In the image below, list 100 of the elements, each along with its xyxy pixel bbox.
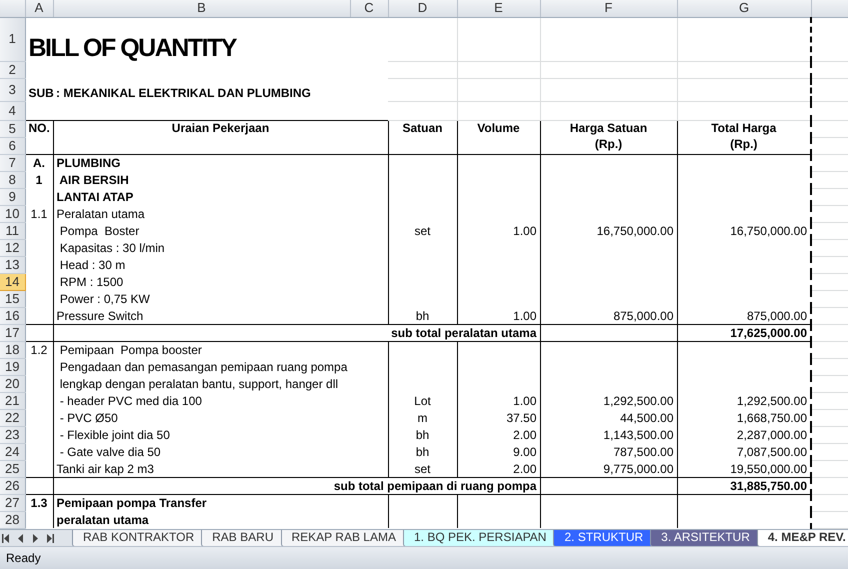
row-header[interactable]: 4 [0, 101, 25, 120]
column-header[interactable]: A [25, 0, 53, 17]
table-cell: 1,668,750.00 [677, 409, 811, 426]
table-cell: Head : 30 m [53, 256, 388, 273]
table-cell: Pemipaan Pompa booster [53, 341, 388, 358]
column-heading: Volume [457, 120, 540, 137]
column-heading: Total Harga [677, 120, 811, 137]
table-cell: 1.00 [457, 392, 540, 409]
table-cell: LANTAI ATAP [53, 188, 388, 205]
row-header[interactable]: 3 [0, 78, 25, 101]
table-cell: 16,750,000.00 [540, 222, 677, 239]
table-cell: bh [388, 443, 457, 460]
subtotal-label: sub total pemipaan di ruang pompa [53, 477, 540, 494]
row-header[interactable]: 14 [0, 273, 25, 290]
column-header[interactable]: F [540, 0, 677, 17]
table-cell: Power : 0,75 KW [53, 290, 388, 307]
table-cell: 875,000.00 [540, 307, 677, 324]
column-header[interactable]: D [388, 0, 457, 17]
row-header[interactable]: 11 [0, 222, 25, 239]
sheet-tab[interactable]: 4. ME&P REV. [756, 530, 848, 546]
column-heading: (Rp.) [540, 137, 677, 154]
row-header[interactable]: 8 [0, 171, 25, 188]
row-header[interactable]: 15 [0, 290, 25, 307]
row-header[interactable]: 13 [0, 256, 25, 273]
table-cell: Kapasitas : 30 l/min [53, 239, 388, 256]
table-cell: 44,500.00 [540, 409, 677, 426]
table-cell: Pemipaan pompa Transfer [53, 494, 388, 511]
row-header[interactable]: 10 [0, 205, 25, 222]
table-cell: AIR BERSIH [53, 171, 388, 188]
column-header[interactable]: C [350, 0, 388, 17]
table-cell: - Gate valve dia 50 [53, 443, 388, 460]
table-cell: 1.00 [457, 307, 540, 324]
table-cell: 1,143,500.00 [540, 426, 677, 443]
row-header[interactable]: 19 [0, 358, 25, 375]
row-header[interactable]: 27 [0, 494, 25, 511]
table-cell: 16,750,000.00 [677, 222, 811, 239]
column-header[interactable]: B [53, 0, 350, 17]
table-cell: 787,500.00 [540, 443, 677, 460]
row-header[interactable]: 1 [0, 17, 25, 61]
table-cell: 1,292,500.00 [540, 392, 677, 409]
table-cell: 19,550,000.00 [677, 460, 811, 477]
column-header[interactable]: G [677, 0, 811, 17]
table-cell: Pengadaan dan pemasangan pemipaan ruang pompa [53, 358, 388, 375]
table-cell: - PVC Ø50 [53, 409, 388, 426]
table-cell: Pressure Switch [53, 307, 388, 324]
row-header[interactable]: 24 [0, 443, 25, 460]
row-header[interactable]: 20 [0, 375, 25, 392]
table-cell: m [388, 409, 457, 426]
row-header[interactable]: 5 [0, 120, 25, 137]
table-cell: 2.00 [457, 426, 540, 443]
row-header[interactable]: 21 [0, 392, 25, 409]
table-cell: RPM : 1500 [53, 273, 388, 290]
row-header[interactable]: 12 [0, 239, 25, 256]
table-cell: 1.1 [25, 205, 53, 222]
table-cell: peralatan utama [53, 511, 388, 528]
table-cell: lengkap dengan peralatan bantu, support, hanger dll [53, 375, 388, 392]
subtotal-value: 31,885,750.00 [677, 477, 811, 494]
sheet-tab[interactable]: RAB BARU [201, 530, 284, 546]
table-cell: 9,775,000.00 [540, 460, 677, 477]
row-header[interactable]: 28 [0, 511, 25, 528]
row-header[interactable]: 7 [0, 154, 25, 171]
table-cell: 875,000.00 [677, 307, 811, 324]
row-header[interactable]: 16 [0, 307, 25, 324]
row-header[interactable]: 17 [0, 324, 25, 341]
row-header[interactable]: 2 [0, 61, 25, 78]
row-header[interactable]: 25 [0, 460, 25, 477]
row-header[interactable]: 18 [0, 341, 25, 358]
row-header[interactable]: 9 [0, 188, 25, 205]
table-cell: Peralatan utama [53, 205, 388, 222]
row-header[interactable]: 6 [0, 137, 25, 154]
row-header[interactable]: 26 [0, 477, 25, 494]
table-cell: - Flexible joint dia 50 [53, 426, 388, 443]
table-cell: 9.00 [457, 443, 540, 460]
table-cell: 1.2 [25, 341, 53, 358]
table-cell: - header PVC med dia 100 [53, 392, 388, 409]
sheet-subtitle: : MEKANIKAL ELEKTRIKAL DAN PLUMBING [53, 78, 388, 101]
table-cell: 1.00 [457, 222, 540, 239]
column-heading: Satuan [388, 120, 457, 137]
table-cell: 1,292,500.00 [677, 392, 811, 409]
table-cell: 2.00 [457, 460, 540, 477]
table-cell: 2,287,000.00 [677, 426, 811, 443]
row-header[interactable]: 23 [0, 426, 25, 443]
sheet-title: BILL OF QUANTITY [25, 17, 388, 61]
table-cell: Pompa Boster [53, 222, 388, 239]
column-heading: Harga Satuan [540, 120, 677, 137]
table-cell: PLUMBING [53, 154, 388, 171]
status-text: Ready [6, 550, 41, 566]
column-heading: (Rp.) [677, 137, 811, 154]
table-cell: A. [25, 154, 53, 171]
table-cell: SUB [25, 78, 53, 101]
subtotal-value: 17,625,000.00 [677, 324, 811, 341]
table-cell: 1 [25, 171, 53, 188]
table-cell: Tanki air kap 2 m3 [53, 460, 388, 477]
column-header[interactable]: E [457, 0, 540, 17]
column-heading: Uraian Pekerjaan [53, 120, 388, 137]
row-header[interactable]: 22 [0, 409, 25, 426]
table-cell: 7,087,500.00 [677, 443, 811, 460]
table-cell: 37.50 [457, 409, 540, 426]
table-cell: Lot [388, 392, 457, 409]
table-cell: set [388, 222, 457, 239]
